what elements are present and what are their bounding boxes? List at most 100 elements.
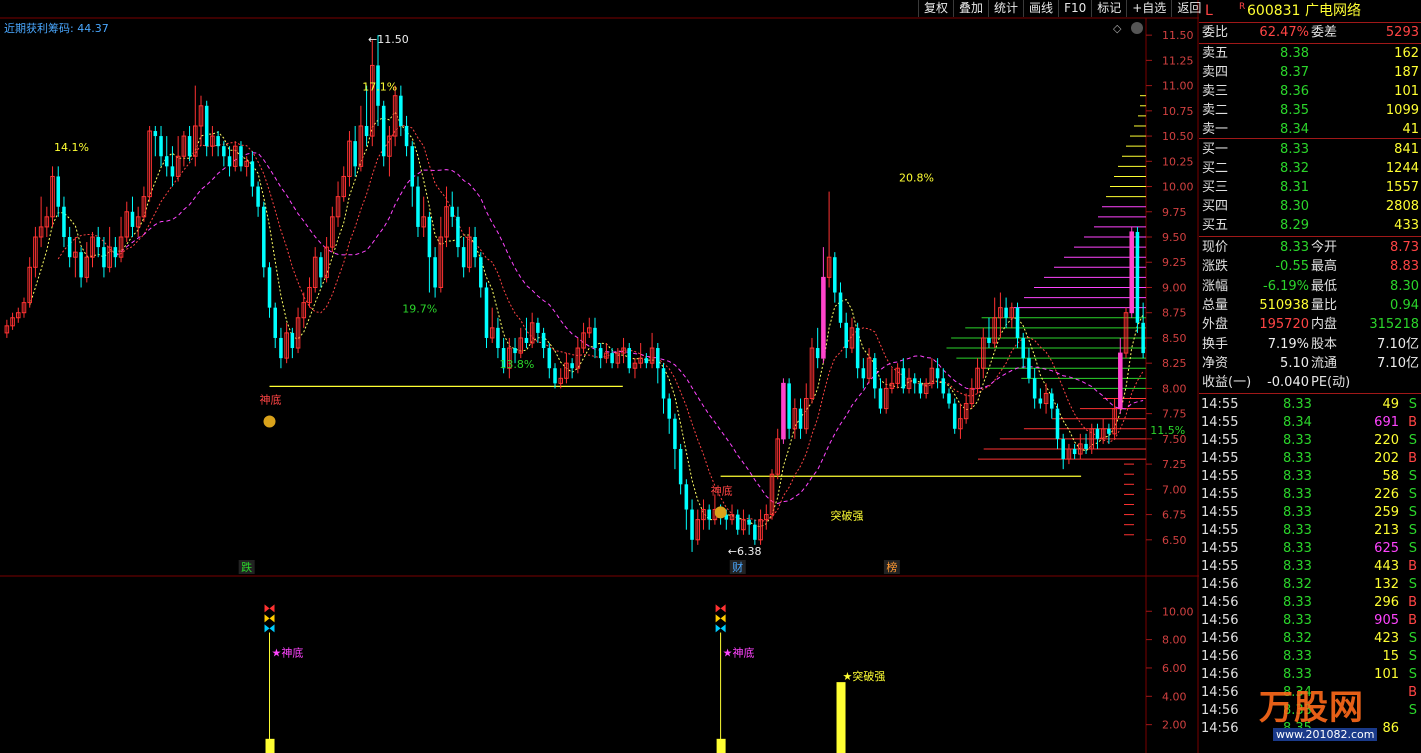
toolbar-btn-0[interactable]: 复权 (918, 0, 953, 17)
candle (1061, 433, 1065, 470)
candle (135, 206, 141, 238)
candle-body (319, 257, 323, 278)
candle (1050, 388, 1054, 419)
tick-time: 14:55 (1201, 559, 1239, 574)
candle-body (130, 211, 135, 227)
candle (587, 317, 592, 338)
candle-body (833, 257, 837, 293)
quote-row-value: 7.19% (1267, 336, 1309, 352)
candle-body (627, 348, 632, 369)
price-tick-label: 11.00 (1162, 80, 1194, 93)
tick-price: 8.33 (1283, 433, 1312, 448)
candle-body (399, 95, 403, 126)
candle (444, 186, 449, 248)
price-tick-label: 8.75 (1162, 307, 1187, 320)
price-tick-label: 9.75 (1162, 206, 1187, 219)
ask-row: 卖五 8.38 162 (1199, 45, 1421, 63)
candle (204, 100, 209, 157)
candle (387, 125, 392, 177)
candle (849, 317, 855, 354)
candle (895, 363, 900, 389)
tick-time: 14:55 (1201, 487, 1239, 502)
tick-row: 14:55 8.34 691 B (1199, 414, 1421, 432)
tick-price: 8.33 (1283, 559, 1312, 574)
candle (912, 373, 917, 394)
price-tick-label: 8.00 (1162, 382, 1187, 395)
candle (473, 226, 477, 268)
candle (610, 348, 614, 369)
quote-row: 收益(一) -0.040 PE(动) (1199, 374, 1421, 392)
tick-row: 14:55 8.33 213 S (1199, 522, 1421, 540)
ask-label: 卖四 (1202, 65, 1229, 80)
toolbar-btn-4[interactable]: F10 (1058, 0, 1091, 17)
candle (684, 479, 689, 530)
candle (638, 342, 643, 369)
candle-body (433, 257, 437, 288)
candle (450, 191, 455, 227)
candle (753, 519, 757, 545)
candle (889, 368, 895, 394)
tick-price: 8.32 (1283, 631, 1312, 646)
price-tick-label: 10.00 (1162, 181, 1194, 194)
quote-row-label: 换手 (1202, 336, 1229, 352)
candle (307, 277, 312, 308)
candle (735, 509, 740, 535)
candle-body (427, 216, 432, 258)
candle (729, 504, 735, 525)
candle-body (79, 252, 83, 278)
candle (518, 327, 524, 359)
quote-row-value: -0.040 (1267, 375, 1309, 391)
candle (558, 368, 563, 389)
quote-row: 外盘 195720 内盘 315218 (1199, 316, 1421, 334)
candle (644, 353, 649, 369)
diff-label: 委差 (1311, 25, 1338, 40)
price-tick-label: 6.75 (1162, 509, 1187, 522)
toolbar-btn-2[interactable]: 统计 (988, 0, 1023, 17)
toolbar-btn-5[interactable]: 标记 (1091, 0, 1126, 17)
candle (598, 342, 603, 369)
candle (4, 319, 10, 338)
candle (963, 393, 969, 424)
price-tick-label: 7.00 (1162, 483, 1187, 496)
candle (787, 378, 791, 439)
price-tick-label: 9.50 (1162, 231, 1187, 244)
signal-bar (716, 738, 726, 753)
candle (44, 206, 50, 238)
ask-label: 卖一 (1202, 122, 1229, 137)
candle-body (553, 368, 557, 384)
toolbar-btn-1[interactable]: 叠加 (953, 0, 988, 17)
candle (50, 166, 55, 227)
candle-body (524, 337, 529, 343)
quote-row: 涨跌 -0.55 最高 8.83 (1199, 258, 1421, 276)
candle-body (153, 131, 158, 137)
tick-time: 14:56 (1201, 595, 1239, 610)
tick-direction: S (1408, 433, 1417, 448)
indicator-label: 近期获利筹码: 44.37 (4, 21, 109, 35)
toolbar-btn-3[interactable]: 画线 (1023, 0, 1058, 17)
tick-direction: S (1408, 469, 1417, 484)
candle (1135, 226, 1140, 333)
kline-chart[interactable]: 近期获利筹码: 44.37 ◇6.506.757.007.257.507.758.… (0, 0, 1199, 753)
butterfly-icon (715, 614, 726, 623)
candle-body (855, 327, 860, 369)
bid-volume: 841 (1394, 142, 1419, 157)
tick-volume: 101 (1374, 667, 1399, 682)
ask-label: 卖五 (1202, 46, 1229, 61)
candle (1141, 302, 1145, 359)
toolbar-btn-6[interactable]: +自选 (1126, 0, 1171, 17)
bid-volume: 1244 (1385, 161, 1419, 176)
tick-direction: B (1408, 613, 1417, 628)
candle (844, 312, 848, 359)
candle-body (1032, 378, 1037, 399)
bid-price: 8.32 (1280, 161, 1309, 176)
candle-body (873, 358, 877, 389)
chart-toolbar: 复权 叠加 统计 画线 F10 标记 +自选 返回 (918, 0, 1206, 17)
tick-price: 8.33 (1283, 613, 1312, 628)
price-tick-label: 9.25 (1162, 256, 1187, 269)
candle-body (450, 206, 455, 217)
quote-row: 净资 5.10 流通 7.10亿 (1199, 355, 1421, 373)
candle-body (570, 363, 574, 369)
candle (998, 292, 1003, 338)
candle (1078, 433, 1083, 460)
ask-row: 卖三 8.36 101 (1199, 83, 1421, 101)
